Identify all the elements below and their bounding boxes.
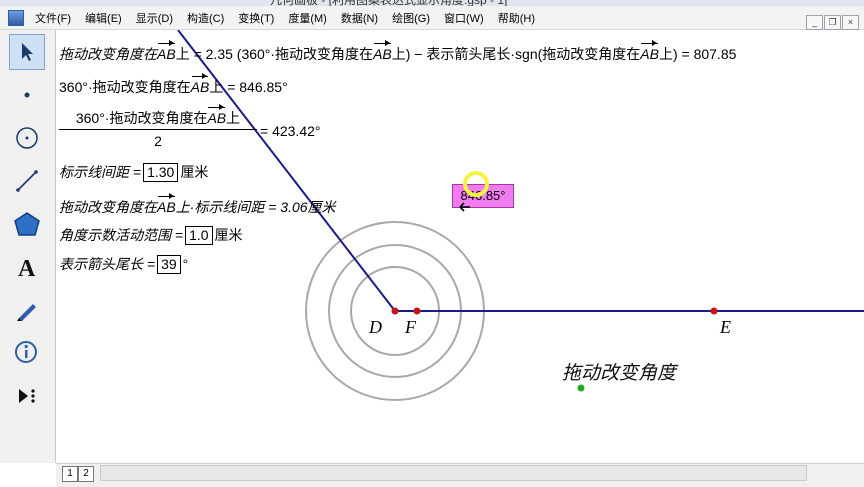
text-a-icon: A [18, 256, 36, 280]
point-icon [24, 92, 30, 98]
menu-edit[interactable]: 编辑(E) [78, 10, 129, 26]
fraction-numerator: 360°·拖动改变角度在AB上 [59, 104, 257, 130]
toolbox: A [0, 30, 56, 463]
menu-help[interactable]: 帮助(H) [491, 10, 542, 26]
point-tool[interactable] [9, 77, 45, 113]
point-f[interactable] [413, 307, 421, 315]
menu-graph[interactable]: 绘图(G) [385, 10, 437, 26]
arrow-tail-value[interactable]: 39 [157, 255, 181, 274]
expression-line-5[interactable]: 拖动改变角度在AB上·标示线间距 = 3.06厘米 [59, 193, 336, 217]
point-e[interactable] [710, 307, 718, 315]
polygon-tool[interactable] [9, 206, 45, 242]
angle-range-value[interactable]: 1.0 [185, 226, 213, 245]
expression-line-1[interactable]: 拖动改变角度在AB上 = 2.35 (360°·拖动改变角度在AB上) − 表示… [59, 40, 736, 64]
minimize-button[interactable]: _ [806, 15, 823, 30]
segment-icon [16, 170, 38, 192]
pen-icon [17, 304, 36, 321]
point-d[interactable] [391, 307, 399, 315]
close-button[interactable]: × [842, 15, 859, 30]
cursor-highlight-icon [463, 171, 489, 197]
circle-icon [16, 127, 38, 149]
menu-construct[interactable]: 构造(C) [180, 10, 231, 26]
menu-data[interactable]: 数据(N) [334, 10, 385, 26]
drag-handle-point[interactable] [577, 384, 585, 392]
custom-tools[interactable] [9, 378, 45, 414]
app-icon[interactable] [8, 9, 24, 26]
label-f[interactable]: F [405, 317, 416, 338]
menu-transform[interactable]: 变换(T) [231, 10, 281, 26]
parameter-line-spacing[interactable]: 标示线间距 = 1.30 厘米 [59, 162, 208, 182]
fraction-result: = 423.42° [260, 123, 321, 139]
parameter-angle-range[interactable]: 角度示数活动范围 = 1.0 厘米 [59, 225, 243, 245]
fraction-denominator: 2 [154, 133, 162, 149]
text-tool[interactable]: A [9, 249, 45, 285]
angle-ray-left[interactable] [177, 30, 396, 312]
menu-file[interactable]: 文件(F) [28, 10, 78, 26]
polygon-icon [14, 212, 40, 236]
horizontal-scrollbar[interactable] [100, 465, 807, 481]
straightedge-tool[interactable] [9, 163, 45, 199]
line-spacing-value[interactable]: 1.30 [143, 163, 179, 182]
drag-angle-caption[interactable]: 拖动改变角度 [562, 358, 676, 385]
parameter-arrow-tail[interactable]: 表示箭头尾长 = 39 ° [59, 254, 188, 274]
page-tab-1[interactable]: 1 [62, 466, 78, 482]
restore-button[interactable]: ❐ [824, 15, 841, 30]
page-tab-2[interactable]: 2 [78, 466, 94, 482]
segment-ab-notation: AB [157, 40, 176, 62]
arrow-left-icon [459, 202, 470, 212]
information-tool[interactable] [9, 335, 45, 371]
marker-tool[interactable] [9, 292, 45, 328]
select-arrow-tool[interactable] [9, 34, 45, 70]
svg-text:A: A [18, 256, 36, 280]
menu-window[interactable]: 窗口(W) [437, 10, 491, 26]
menu-measure[interactable]: 度量(M) [281, 10, 334, 26]
label-e[interactable]: E [720, 317, 731, 338]
custom-tool-icon [19, 389, 35, 403]
info-icon [15, 341, 37, 363]
menu-display[interactable]: 显示(D) [129, 10, 180, 26]
fraction-expression[interactable]: 360°·拖动改变角度在AB上 2 [59, 104, 257, 149]
compass-tool[interactable] [9, 120, 45, 156]
menu-bar: 文件(F) 编辑(E) 显示(D) 构造(C) 变换(T) 度量(M) 数据(N… [0, 6, 864, 30]
label-d[interactable]: D [369, 317, 382, 338]
arrow-icon [22, 43, 33, 61]
expression-line-2[interactable]: 360°·拖动改变角度在AB上 = 846.85° [59, 73, 288, 97]
